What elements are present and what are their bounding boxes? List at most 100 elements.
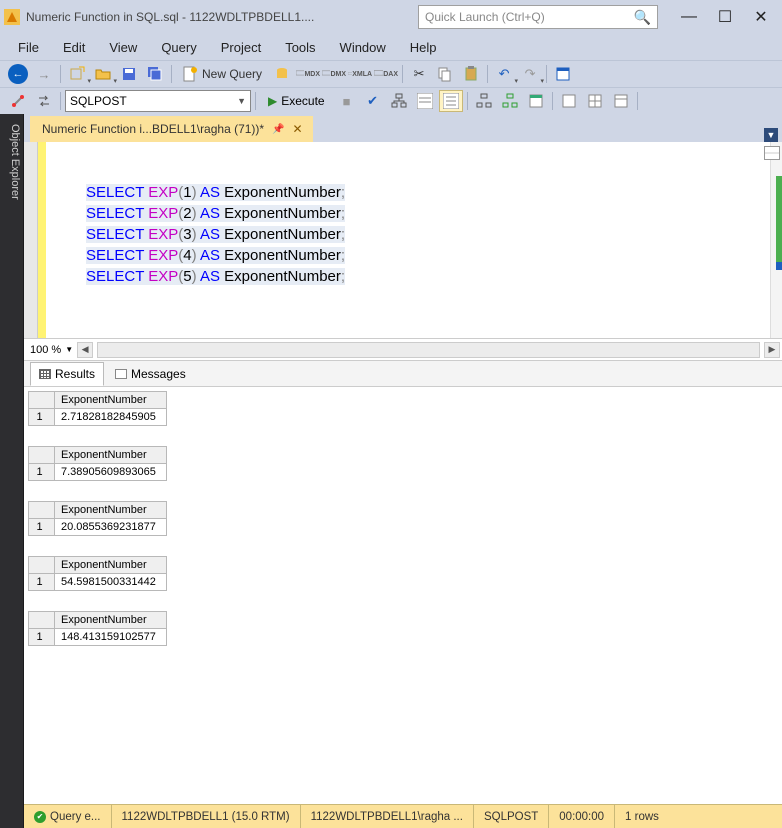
menu-file[interactable]: File <box>8 38 49 57</box>
execute-button[interactable]: ▶ Execute <box>260 90 333 112</box>
menu-edit[interactable]: Edit <box>53 38 95 57</box>
result-table[interactable]: ExponentNumber 120.0855369231877 <box>28 501 167 536</box>
horizontal-scrollbar[interactable] <box>97 342 760 358</box>
connect-button[interactable] <box>6 90 30 112</box>
window-title: Numeric Function in SQL.sql - 1122WDLTPB… <box>26 10 314 24</box>
result-table[interactable]: ExponentNumber 12.71828182845905 <box>28 391 167 426</box>
cell-value[interactable]: 2.71828182845905 <box>55 409 167 426</box>
save-all-button[interactable] <box>143 63 167 85</box>
split-editor-button[interactable] <box>764 146 780 160</box>
results-to-text-button[interactable] <box>557 90 581 112</box>
hscroll-left-button[interactable]: ◀ <box>77 342 93 358</box>
database-selector[interactable]: SQLPOST ▼ <box>65 90 251 112</box>
vertical-scrollbar[interactable] <box>770 142 782 338</box>
row-number[interactable]: 1 <box>29 574 55 591</box>
paste-button[interactable] <box>459 63 483 85</box>
close-tab-icon[interactable]: ✕ <box>293 122 303 136</box>
live-stats-button[interactable] <box>498 90 522 112</box>
zoom-level[interactable]: 100 % <box>30 344 61 356</box>
dax-query-button[interactable]: DAX <box>374 63 398 85</box>
cell-value[interactable]: 54.5981500331442 <box>55 574 167 591</box>
status-server: 1122WDLTPBDELL1 (15.0 RTM) <box>112 805 301 828</box>
status-time: 00:00:00 <box>549 805 615 828</box>
new-query-button[interactable]: New Query <box>176 66 268 82</box>
column-header[interactable]: ExponentNumber <box>55 447 167 464</box>
quick-launch-input[interactable]: Quick Launch (Ctrl+Q) 🔍 <box>418 5 658 29</box>
sql-editor-toolbar: SQLPOST ▼ ▶ Execute ■ ✔ <box>0 87 782 114</box>
new-query-icon <box>182 66 198 82</box>
mdx-query-button[interactable]: MDX <box>296 63 320 85</box>
column-header[interactable]: ExponentNumber <box>55 557 167 574</box>
redo-button[interactable]: ↷ <box>518 63 542 85</box>
messages-tab[interactable]: Messages <box>106 362 195 386</box>
grid-icon <box>39 369 51 379</box>
result-grid: ExponentNumber 12.71828182845905 <box>28 391 778 426</box>
client-stats-button[interactable] <box>524 90 548 112</box>
results-to-file-button[interactable] <box>609 90 633 112</box>
results-tab[interactable]: Results <box>30 362 104 386</box>
minimize-button[interactable]: — <box>672 3 706 31</box>
corner-cell <box>29 612 55 629</box>
menu-project[interactable]: Project <box>211 38 271 57</box>
object-explorer-tab[interactable]: Object Explorer <box>0 114 24 828</box>
result-grid: ExponentNumber 17.38905609893065 <box>28 446 778 481</box>
document-tab[interactable]: Numeric Function i...BDELL1\ragha (71))*… <box>30 116 313 142</box>
editor-change-marker <box>38 142 46 338</box>
actual-plan-button[interactable] <box>472 90 496 112</box>
open-file-button[interactable] <box>91 63 115 85</box>
result-table[interactable]: ExponentNumber 1148.413159102577 <box>28 611 167 646</box>
undo-button[interactable]: ↶ <box>492 63 516 85</box>
menu-tools[interactable]: Tools <box>275 38 325 57</box>
row-number[interactable]: 1 <box>29 409 55 426</box>
column-header[interactable]: ExponentNumber <box>55 502 167 519</box>
hscroll-right-button[interactable]: ▶ <box>764 342 780 358</box>
column-header[interactable]: ExponentNumber <box>55 392 167 409</box>
results-pane[interactable]: ExponentNumber 12.71828182845905 Exponen… <box>24 386 782 804</box>
zoom-chevron-icon[interactable]: ▼ <box>65 345 73 354</box>
row-number[interactable]: 1 <box>29 464 55 481</box>
properties-button[interactable] <box>551 63 575 85</box>
copy-button[interactable] <box>433 63 457 85</box>
intellisense-button[interactable] <box>439 90 463 112</box>
menu-help[interactable]: Help <box>400 38 447 57</box>
status-query: ✔ Query e... <box>24 805 112 828</box>
corner-cell <box>29 392 55 409</box>
sql-editor[interactable]: SELECT EXP(1) AS ExponentNumber; SELECT … <box>24 142 782 338</box>
menu-view[interactable]: View <box>99 38 147 57</box>
editor-indicator-margin <box>46 142 86 338</box>
cell-value[interactable]: 7.38905609893065 <box>55 464 167 481</box>
cell-value[interactable]: 20.0855369231877 <box>55 519 167 536</box>
results-to-grid-button[interactable] <box>583 90 607 112</box>
stop-button[interactable]: ■ <box>335 90 359 112</box>
parse-button[interactable]: ✔ <box>361 90 385 112</box>
nav-forward-button[interactable]: → <box>32 63 56 85</box>
cut-button[interactable]: ✂ <box>407 63 431 85</box>
messages-icon <box>115 369 127 379</box>
chevron-down-icon: ▼ <box>237 96 246 106</box>
query-options-button[interactable] <box>413 90 437 112</box>
code-area[interactable]: SELECT EXP(1) AS ExponentNumber; SELECT … <box>86 142 770 338</box>
xmla-query-button[interactable]: XMLA <box>348 63 372 85</box>
new-project-button[interactable] <box>65 63 89 85</box>
row-number[interactable]: 1 <box>29 629 55 646</box>
result-table[interactable]: ExponentNumber 17.38905609893065 <box>28 446 167 481</box>
menu-window[interactable]: Window <box>330 38 396 57</box>
column-header[interactable]: ExponentNumber <box>55 612 167 629</box>
estimated-plan-button[interactable] <box>387 90 411 112</box>
status-ok-icon: ✔ <box>34 811 46 823</box>
close-button[interactable]: ✕ <box>744 3 778 31</box>
maximize-button[interactable]: ☐ <box>708 3 742 31</box>
menu-query[interactable]: Query <box>151 38 206 57</box>
change-connection-button[interactable] <box>32 90 56 112</box>
pin-icon[interactable]: 📌 <box>272 124 284 135</box>
result-table[interactable]: ExponentNumber 154.5981500331442 <box>28 556 167 591</box>
cell-value[interactable]: 148.413159102577 <box>55 629 167 646</box>
save-button[interactable] <box>117 63 141 85</box>
tab-overflow-button[interactable]: ▼ <box>764 128 778 142</box>
nav-back-button[interactable]: ← <box>6 63 30 85</box>
status-query-text: Query e... <box>50 811 101 823</box>
db-engine-query-button[interactable] <box>270 63 294 85</box>
search-icon: 🔍 <box>634 9 651 26</box>
row-number[interactable]: 1 <box>29 519 55 536</box>
dmx-query-button[interactable]: DMX <box>322 63 346 85</box>
